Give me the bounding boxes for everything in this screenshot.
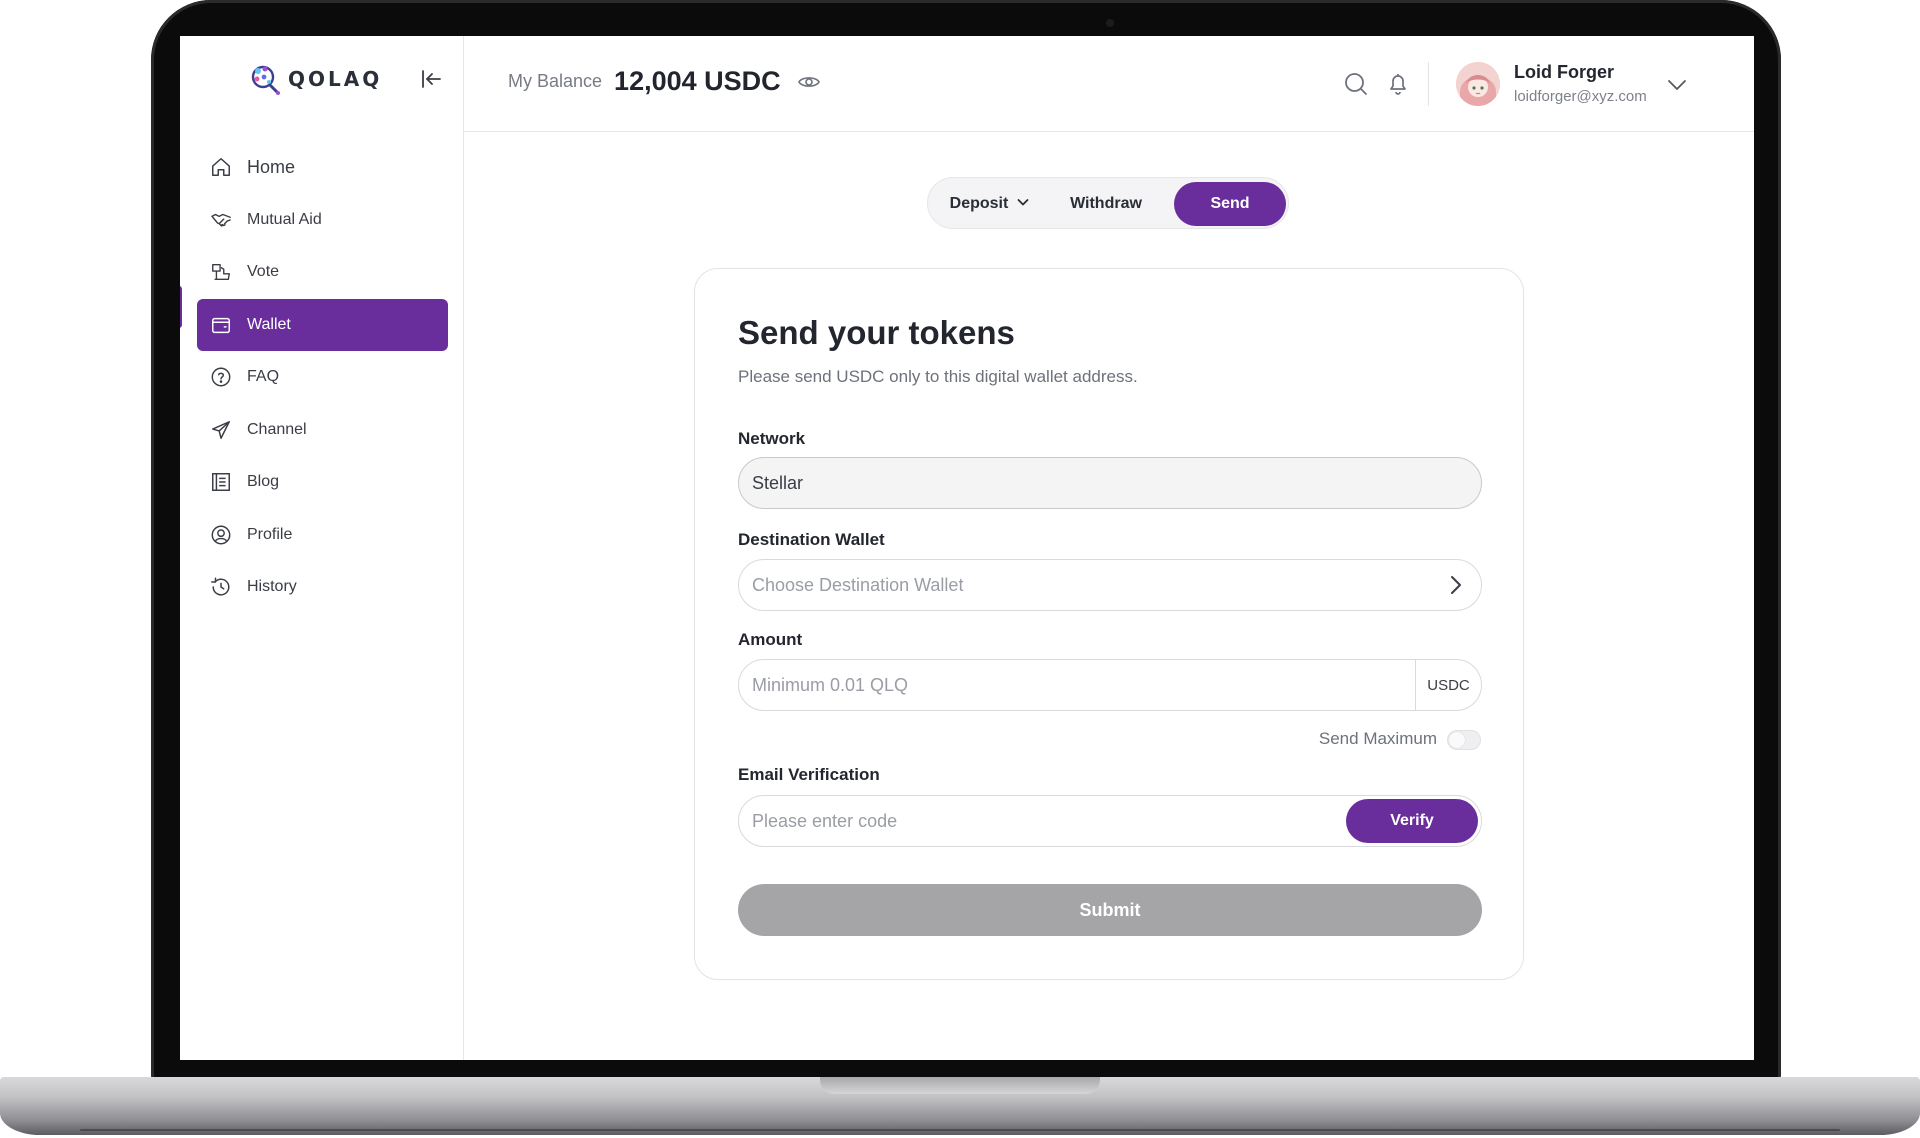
verification-code-placeholder: Please enter code xyxy=(752,810,898,831)
sidebar-item-wallet[interactable]: Wallet xyxy=(197,298,448,351)
sidebar-item-home[interactable]: Home xyxy=(197,141,448,193)
balance-display: My Balance 12,004 USDC xyxy=(508,66,821,97)
sidebar-item-label: Wallet xyxy=(247,315,291,333)
sidebar-item-vote[interactable]: Vote xyxy=(197,246,448,298)
send-maximum-label: Send Maximum xyxy=(1318,729,1437,748)
balance-label: My Balance xyxy=(508,71,603,91)
sidebar-nav: Home Mutual Aid Vote Wallet FAQ Channel … xyxy=(197,141,448,614)
tab-send[interactable]: Send xyxy=(1174,182,1286,226)
app-screen: QOLAQ Home Mutual Aid Vote Wallet FAQ Ch… xyxy=(180,36,1754,1060)
question-icon xyxy=(209,365,233,389)
blog-icon xyxy=(209,470,233,494)
network-label: Network xyxy=(738,429,806,448)
network-value: Stellar xyxy=(752,472,804,493)
sidebar-item-label: History xyxy=(247,578,297,595)
chevron-right-icon xyxy=(1443,573,1467,597)
amount-unit: USDC xyxy=(1415,660,1481,710)
app-logo[interactable]: QOLAQ xyxy=(248,62,382,96)
send-maximum-toggle[interactable] xyxy=(1447,730,1481,750)
transaction-tabs: Deposit Withdraw Send xyxy=(927,177,1289,229)
sidebar-item-label: Mutual Aid xyxy=(247,210,322,228)
destination-wallet-label: Destination Wallet xyxy=(738,530,885,549)
sidebar-item-label: Home xyxy=(247,156,296,177)
page-subtitle: Please send USDC only to this digital wa… xyxy=(738,367,1138,386)
sidebar-item-label: Profile xyxy=(247,525,293,543)
sidebar-item-label: Blog xyxy=(247,473,280,490)
sidebar-item-label: Channel xyxy=(247,420,307,438)
eye-icon[interactable] xyxy=(797,70,821,94)
amount-label: Amount xyxy=(738,630,803,649)
chevron-down-icon[interactable] xyxy=(1664,72,1690,98)
sidebar-item-mutual-aid[interactable]: Mutual Aid xyxy=(197,194,448,246)
verification-code-input[interactable]: Please enter code Verify xyxy=(738,795,1482,847)
user-name: Loid Forger xyxy=(1514,62,1614,82)
collapse-sidebar-icon[interactable] xyxy=(418,66,444,92)
history-icon xyxy=(209,575,233,599)
sidebar-item-profile[interactable]: Profile xyxy=(197,509,448,561)
chevron-down-icon xyxy=(1016,195,1030,214)
header-divider xyxy=(1428,62,1429,106)
sidebar-item-label: FAQ xyxy=(247,368,280,385)
submit-button[interactable]: Submit xyxy=(738,884,1482,936)
logo-icon xyxy=(248,62,282,96)
laptop-notch xyxy=(820,1077,1100,1094)
search-icon[interactable] xyxy=(1342,70,1370,98)
tab-withdraw[interactable]: Withdraw xyxy=(1050,182,1162,226)
top-header: My Balance 12,004 USDC Loid Forger loidf… xyxy=(464,36,1754,132)
verify-button[interactable]: Verify xyxy=(1346,799,1478,843)
amount-placeholder: Minimum 0.01 QLQ xyxy=(752,674,909,695)
bell-icon[interactable] xyxy=(1384,70,1412,98)
sidebar-item-history[interactable]: History xyxy=(197,561,448,613)
active-nav-marker xyxy=(180,286,182,328)
destination-wallet-placeholder: Choose Destination Wallet xyxy=(752,574,964,595)
avatar[interactable] xyxy=(1456,62,1500,106)
camera-dot xyxy=(1106,19,1114,27)
wallet-icon xyxy=(209,313,233,337)
handshake-icon xyxy=(209,208,233,232)
sidebar-item-channel[interactable]: Channel xyxy=(197,404,448,456)
logo-text: QOLAQ xyxy=(288,67,383,91)
destination-wallet-select[interactable]: Choose Destination Wallet xyxy=(738,559,1482,611)
sidebar-item-blog[interactable]: Blog xyxy=(197,456,448,508)
sidebar-item-faq[interactable]: FAQ xyxy=(197,351,448,403)
laptop-frame: QOLAQ Home Mutual Aid Vote Wallet FAQ Ch… xyxy=(0,0,1920,1138)
send-plane-icon xyxy=(209,418,233,442)
laptop-base-edge xyxy=(80,1129,1840,1131)
profile-icon xyxy=(209,523,233,547)
amount-input[interactable]: Minimum 0.01 QLQ USDC xyxy=(738,659,1482,711)
network-field[interactable]: Stellar xyxy=(738,457,1482,509)
email-verification-label: Email Verification xyxy=(738,765,880,784)
sidebar-item-label: Vote xyxy=(247,263,280,280)
send-tokens-card: Send your tokens Please send USDC only t… xyxy=(694,268,1524,980)
tab-deposit-label: Deposit xyxy=(949,195,1009,212)
user-email: loidforger@xyz.com xyxy=(1514,88,1647,105)
tab-deposit[interactable]: Deposit xyxy=(934,182,1046,226)
home-icon xyxy=(209,155,233,179)
sidebar: QOLAQ Home Mutual Aid Vote Wallet FAQ Ch… xyxy=(180,36,464,1060)
vote-icon xyxy=(209,260,233,284)
page-title: Send your tokens xyxy=(738,314,1015,351)
balance-value: 12,004 USDC xyxy=(614,66,781,96)
